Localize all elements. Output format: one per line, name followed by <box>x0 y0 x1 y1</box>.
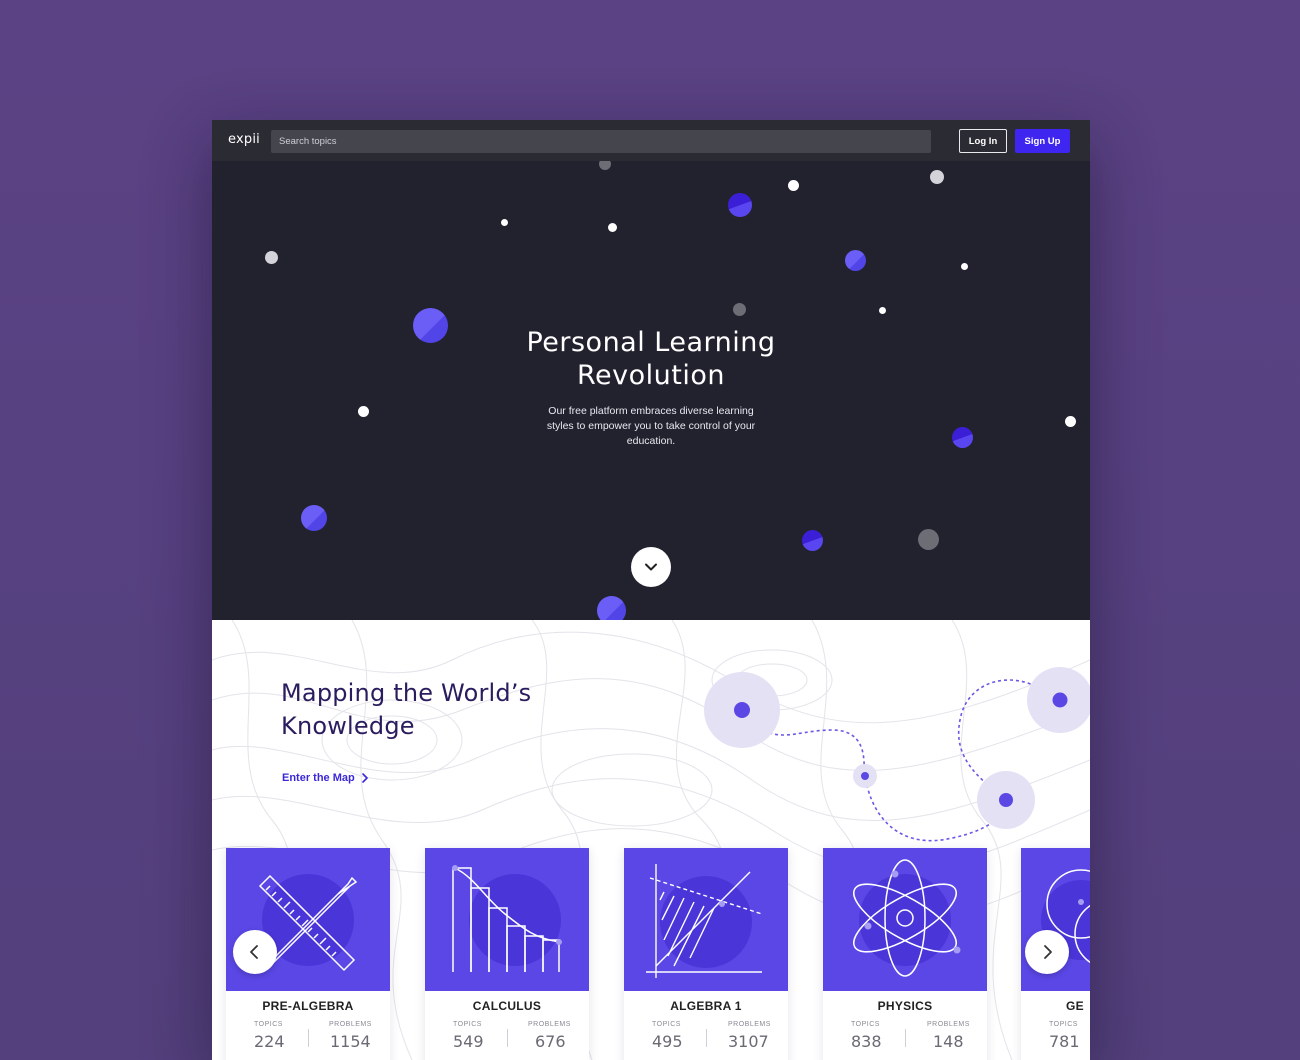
decor-dot <box>1065 416 1076 427</box>
decor-dot <box>301 505 327 531</box>
topics-label: TOPICS <box>652 1021 681 1028</box>
knowledge-map-graphic <box>704 667 1090 842</box>
course-card-physics[interactable]: PHYSICS TOPICS 838 PROBLEMS 148 <box>823 848 987 1060</box>
hero-title: Personal Learning Revolution <box>526 327 776 391</box>
topics-label: TOPICS <box>851 1021 880 1028</box>
browser-window: expii Log In Sign Up Personal Learning R… <box>212 120 1090 1060</box>
chevron-right-icon <box>1044 945 1052 959</box>
enter-map-link[interactable]: Enter the Map <box>282 772 369 784</box>
stat-divider <box>706 1029 707 1047</box>
decor-dot <box>930 170 944 184</box>
topics-count: 549 <box>453 1032 484 1051</box>
chevron-down-icon <box>645 563 657 571</box>
top-navbar: expii Log In Sign Up <box>212 120 1090 161</box>
problems-label: PROBLEMS <box>528 1021 571 1028</box>
decor-dot <box>728 193 752 217</box>
decor-dot <box>788 180 799 191</box>
decor-dot <box>608 223 617 232</box>
hero-section: Personal Learning Revolution Our free pl… <box>212 161 1090 620</box>
decor-dot <box>599 161 611 170</box>
decor-dot <box>918 529 939 550</box>
card-title: GE <box>1066 999 1084 1013</box>
decor-dot <box>265 251 278 264</box>
topics-label: TOPICS <box>254 1021 283 1028</box>
decor-dot <box>802 530 823 551</box>
topics-count: 838 <box>851 1032 882 1051</box>
topics-count: 224 <box>254 1032 285 1051</box>
stat-divider <box>507 1029 508 1047</box>
card-title: PHYSICS <box>877 999 933 1013</box>
decor-dot <box>961 263 968 270</box>
algebra-1-illustration <box>624 848 788 991</box>
topics-label: TOPICS <box>1049 1021 1078 1028</box>
map-section: Mapping the World’s Knowledge Enter the … <box>212 620 1090 1060</box>
problems-label: PROBLEMS <box>927 1021 970 1028</box>
carousel-next-button[interactable] <box>1025 930 1069 974</box>
scroll-down-button[interactable] <box>631 547 671 587</box>
course-card-calculus[interactable]: CALCULUS TOPICS 549 PROBLEMS 676 <box>425 848 589 1060</box>
carousel-prev-button[interactable] <box>233 930 277 974</box>
chevron-right-icon <box>361 773 368 783</box>
card-title: CALCULUS <box>472 999 542 1013</box>
stat-divider <box>905 1029 906 1047</box>
problems-label: PROBLEMS <box>329 1021 372 1028</box>
problems-count: 676 <box>535 1032 566 1051</box>
decor-dot <box>358 406 369 417</box>
topics-label: TOPICS <box>453 1021 482 1028</box>
map-section-title: Mapping the World’s Knowledge <box>281 679 532 740</box>
problems-count: 3107 <box>728 1032 769 1051</box>
problems-count: 1154 <box>330 1032 371 1051</box>
signup-button[interactable]: Sign Up <box>1015 129 1070 153</box>
card-title: ALGEBRA 1 <box>670 999 742 1013</box>
calculus-illustration <box>425 848 589 991</box>
problems-label: PROBLEMS <box>728 1021 771 1028</box>
problems-count: 148 <box>933 1032 964 1051</box>
login-button[interactable]: Log In <box>959 129 1007 153</box>
decor-dot <box>845 250 866 271</box>
decor-dot <box>879 307 886 314</box>
decor-dot <box>413 308 448 343</box>
chevron-left-icon <box>250 945 258 959</box>
course-card-algebra-1[interactable]: ALGEBRA 1 TOPICS 495 PROBLEMS 3107 <box>624 848 788 1060</box>
hero-subtitle: Our free platform embraces diverse learn… <box>546 405 756 447</box>
logo[interactable]: expii <box>228 132 260 147</box>
topics-count: 781 <box>1049 1032 1080 1051</box>
decor-dot <box>501 219 508 226</box>
decor-dot <box>733 303 746 316</box>
topics-count: 495 <box>652 1032 683 1051</box>
search-input[interactable] <box>271 130 931 153</box>
enter-map-link-label: Enter the Map <box>282 772 355 784</box>
decor-dot <box>597 596 626 620</box>
physics-illustration <box>823 848 987 991</box>
stat-divider <box>308 1029 309 1047</box>
decor-dot <box>952 427 973 448</box>
card-title: PRE-ALGEBRA <box>262 999 354 1013</box>
